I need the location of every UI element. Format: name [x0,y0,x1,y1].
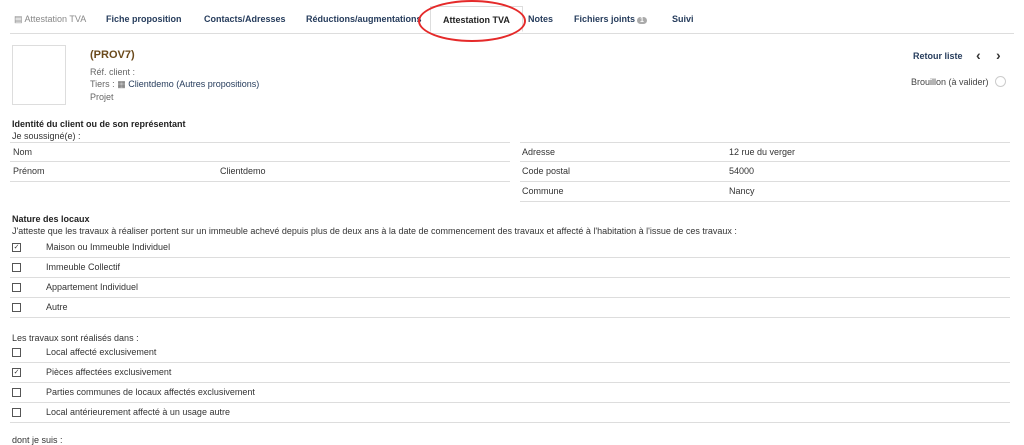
field-label: Prénom [13,166,45,176]
checkbox-label: Immeuble Collectif [46,262,121,272]
ref-client: Réf. client : [90,67,136,77]
checkbox[interactable] [12,303,21,312]
checkbox[interactable] [12,388,21,397]
tab-title: ▤ Attestation TVA [14,14,87,24]
tiers-label: Tiers : [90,79,115,89]
other-proposals-link[interactable]: (Autres propositions) [176,79,259,89]
field-row-prenom: Prénom Clientdemo [10,162,510,182]
field-label: Code postal [522,166,571,176]
checkbox-row: ✓ Pièces affectées exclusivement [10,363,1010,383]
count-badge: 1 [637,17,647,24]
checkbox-label: Pièces affectées exclusivement [46,367,172,377]
document-thumbnail[interactable] [12,45,66,105]
status-circle-icon [995,76,1006,87]
field-label: Nom [13,147,33,157]
highlight-annotation [418,0,526,42]
identity-title: Identité du client ou de son représentan… [12,119,186,129]
tab-fichiers-label: Fichiers joints [574,14,636,24]
tab-contacts[interactable]: Contacts/Adresses [204,14,286,24]
checkbox-label: Local affecté exclusivement [46,347,157,357]
field-row-nom: Nom [10,142,510,162]
field-value: Nancy [729,186,755,196]
field-row-code-postal: Code postal 54000 [520,162,1010,182]
tab-fiche-proposition[interactable]: Fiche proposition [106,14,182,24]
tab-suivi[interactable]: Suivi [672,14,694,24]
checkbox[interactable] [12,263,21,272]
checkbox[interactable] [12,283,21,292]
nature-title: Nature des locaux [12,214,90,224]
tab-fichiers-joints[interactable]: Fichiers joints 1 [574,14,647,24]
checkbox-row: Parties communes de locaux affectés excl… [10,383,1010,403]
checkbox-row: Autre [10,298,1010,318]
projet: Projet [90,92,114,102]
identity-intro: Je soussigné(e) : [12,131,81,141]
nature-intro: J'atteste que les travaux à réaliser por… [12,226,737,236]
field-label: Commune [522,186,564,196]
checkbox-row: Local affecté exclusivement [10,343,1010,363]
checkbox[interactable] [12,348,21,357]
travaux-intro: Les travaux sont réalisés dans : [12,333,139,343]
status-label: Brouillon (à valider) [911,77,989,87]
checkbox-label: Maison ou Immeuble Individuel [46,242,171,252]
next-icon[interactable]: › [996,47,1001,63]
tab-notes[interactable]: Notes [528,14,553,24]
tab-reductions[interactable]: Réductions/augmentations [306,14,422,24]
field-row-commune: Commune Nancy [520,182,1010,202]
checkbox-row: Local antérieurement affecté à un usage … [10,403,1010,423]
field-label: Adresse [522,147,556,157]
footer-text: dont je suis : [12,435,63,445]
checkbox-label: Local antérieurement affecté à un usage … [46,407,230,417]
checkbox-row: ✓ Maison ou Immeuble Individuel [10,238,1010,258]
checkbox[interactable] [12,408,21,417]
checkbox[interactable]: ✓ [12,368,21,377]
checkbox-row: Appartement Individuel [10,278,1010,298]
checkbox-label: Parties communes de locaux affectés excl… [46,387,255,397]
checkbox[interactable]: ✓ [12,243,21,252]
checkbox-row: Immeuble Collectif [10,258,1010,278]
back-to-list-link[interactable]: Retour liste [913,51,963,61]
field-value: Clientdemo [220,166,266,176]
tiers-link[interactable]: Clientdemo [128,79,174,89]
field-value: 12 rue du verger [729,147,796,157]
tab-title-label: Attestation TVA [24,14,87,24]
checkbox-label: Appartement Individuel [46,282,139,292]
field-row-adresse: Adresse 12 rue du verger [520,142,1010,162]
checkbox-label: Autre [46,302,68,312]
company-icon: ▦ [117,79,126,89]
tiers-line: Tiers : ▦ Clientdemo (Autres proposition… [90,79,259,90]
previous-icon[interactable]: ‹ [976,47,981,63]
proposal-ref: (PROV7) [90,49,135,61]
field-value: 54000 [729,166,755,176]
